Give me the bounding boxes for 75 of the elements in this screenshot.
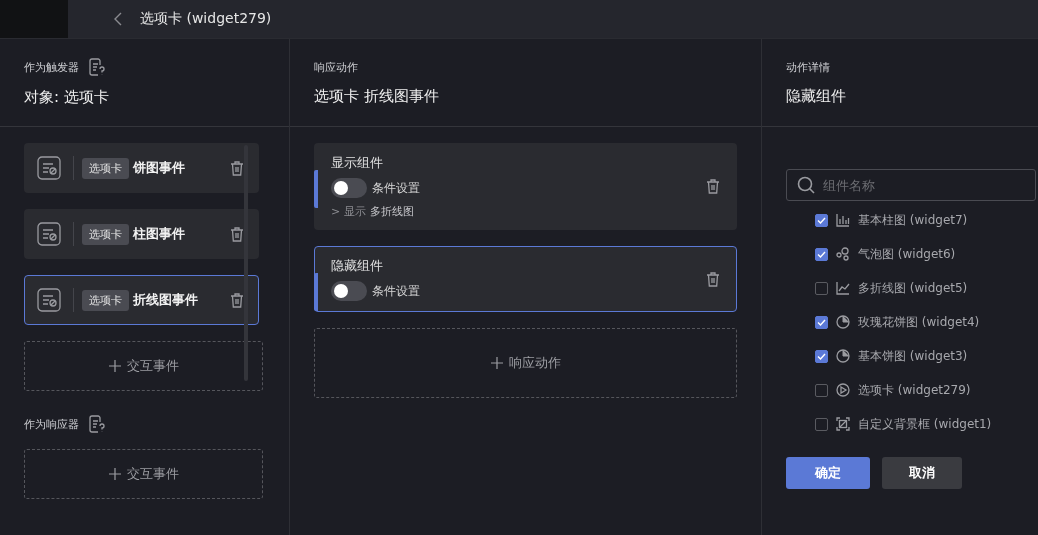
trash-icon[interactable] [230,292,244,308]
action-name: 显示组件 [331,154,384,172]
widget-label: 多折线图 (widget5) [858,279,968,297]
widget-label: 基本柱图 (widget7) [858,211,968,229]
check-icon [817,352,826,360]
section-label: 动作详情 [786,59,831,75]
checkbox[interactable] [815,349,828,363]
trash-icon[interactable] [706,271,720,287]
condition-switch[interactable] [331,281,367,301]
add-action-button[interactable]: 响应动作 [314,328,737,398]
bubbles-icon [836,247,850,261]
widget-label: 气泡图 (widget6) [858,245,956,263]
line-chart-icon [836,281,850,295]
plus-icon [108,468,121,480]
check-icon [817,216,826,224]
detail-verb: > 显示 [331,204,366,219]
event-item[interactable]: 选项卡 柱图事件 [24,209,259,259]
plus-icon [490,357,503,369]
checkbox[interactable] [815,315,828,329]
cancel-button[interactable]: 取消 [882,457,962,489]
check-icon [817,250,826,258]
widget-label: 基本饼图 (widget3) [858,347,968,365]
widget-label: 玫瑰花饼图 (widget4) [858,313,980,331]
add-event-button[interactable]: 交互事件 [24,341,263,391]
confirm-button[interactable]: 确定 [786,457,870,489]
pie-chart-icon [836,315,850,329]
event-icon [37,222,61,246]
event-name: 折线图事件 [133,291,199,309]
checkbox[interactable] [815,247,828,261]
switch-label: 条件设置 [372,179,420,197]
trash-icon[interactable] [230,160,244,176]
accent-bar [314,273,318,311]
back-icon[interactable] [114,12,122,26]
pie-chart-icon [836,349,850,363]
condition-switch[interactable] [331,178,367,198]
plus-icon [108,360,121,372]
search-icon [797,176,815,194]
checkbox[interactable] [815,383,828,397]
section-label: 响应动作 [314,59,359,75]
widget-label: 自定义背景框 (widget1) [858,415,992,433]
action-name: 隐藏组件 [331,257,384,275]
widget-label: 选项卡 (widget279) [858,381,971,399]
document-help-icon[interactable] [89,415,105,433]
detail-target: 多折线图 [369,204,414,219]
trash-icon[interactable] [706,179,720,194]
bar-chart-icon [836,213,850,227]
section-label: 作为响应器 [24,416,79,432]
cursor-circle-icon [836,383,850,397]
check-icon [817,318,826,326]
event-icon [37,288,61,312]
event-tag: 选项卡 [82,223,129,245]
header-title: 选项卡 (widget279) [140,10,272,28]
detail-title: 隐藏组件 [786,86,847,106]
search-field[interactable]: 组件名称 [786,169,1036,201]
event-icon [37,156,61,180]
document-help-icon[interactable] [89,58,105,76]
event-item[interactable]: 选项卡 饼图事件 [24,143,259,193]
checkbox[interactable] [815,213,828,227]
accent-bar [314,170,318,208]
event-title: 选项卡 折线图事件 [314,86,440,106]
add-event-button[interactable]: 交互事件 [24,449,263,499]
event-tag: 选项卡 [82,157,129,179]
event-tag: 选项卡 [82,289,129,311]
event-name: 柱图事件 [133,225,186,243]
object-title: 对象: 选项卡 [24,88,110,107]
event-name: 饼图事件 [133,159,186,177]
checkbox[interactable] [815,281,828,295]
action-card[interactable]: 隐藏组件 条件设置 [314,246,737,312]
section-label: 作为触发器 [24,59,79,75]
event-item[interactable]: 选项卡 折线图事件 [24,275,259,325]
action-card[interactable]: 显示组件 条件设置 > 显示 多折线图 [314,143,737,230]
trash-icon[interactable] [230,226,244,242]
checkbox[interactable] [815,417,828,431]
frame-icon [836,417,850,431]
switch-label: 条件设置 [372,282,420,300]
